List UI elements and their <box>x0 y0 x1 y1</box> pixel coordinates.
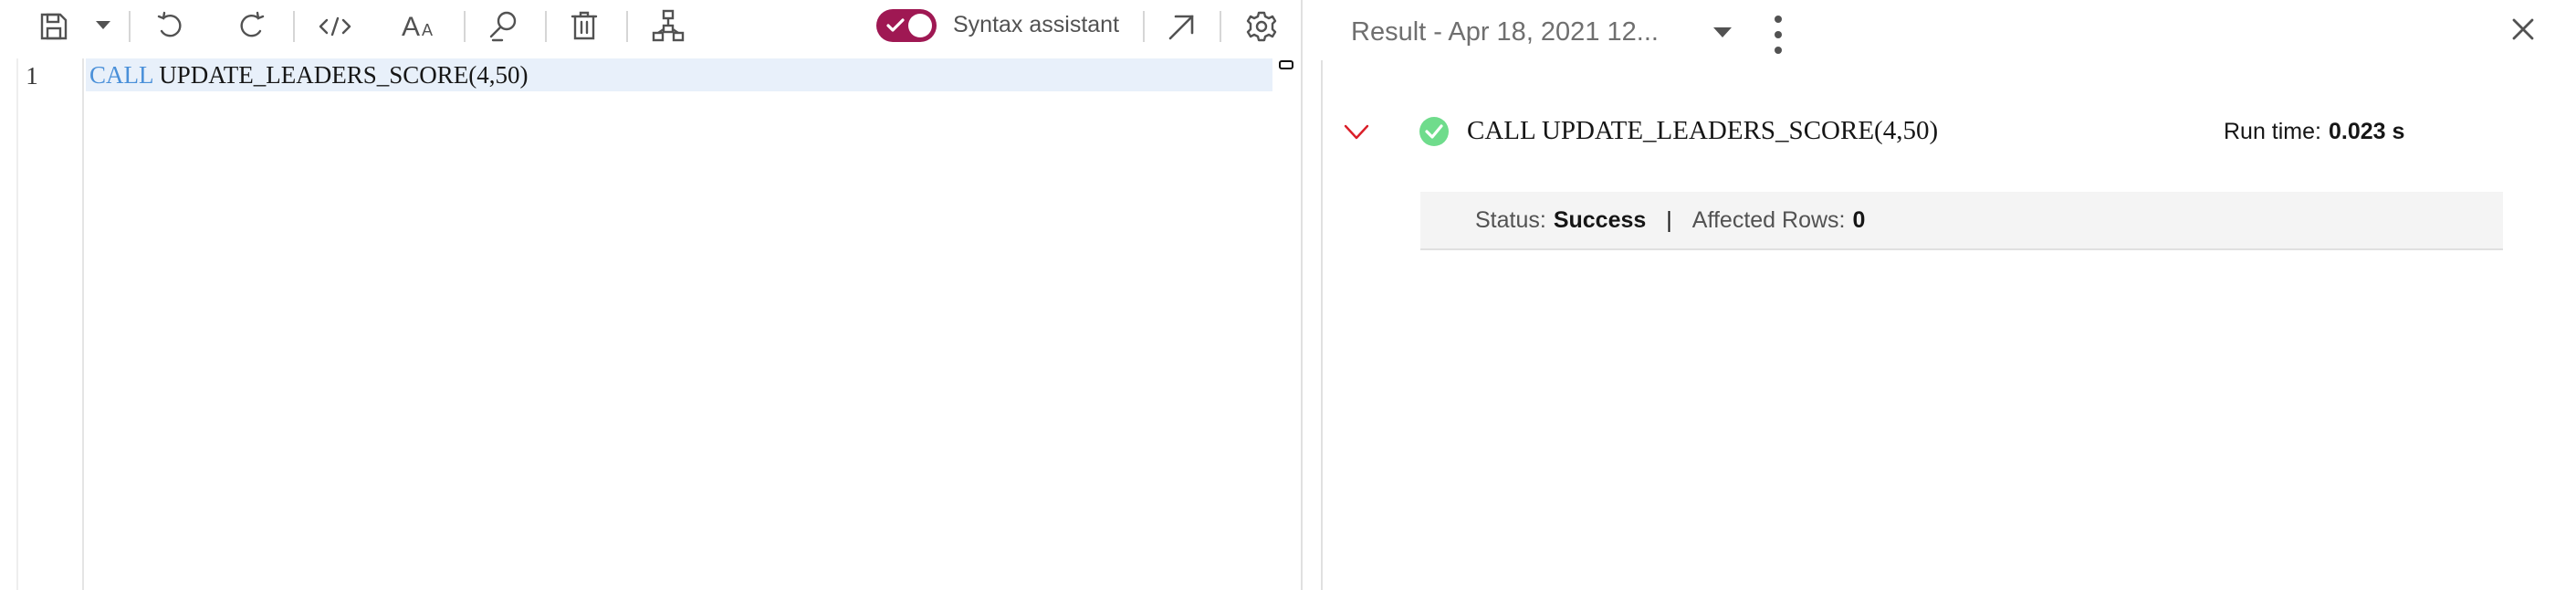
editor-left-border <box>16 58 18 590</box>
gutter-divider <box>82 58 84 590</box>
toolbar-separator <box>464 11 466 42</box>
svg-text:A: A <box>402 12 420 40</box>
launch-icon[interactable] <box>1167 13 1196 42</box>
font-size-icon[interactable]: AA <box>402 9 438 40</box>
syntax-assistant-label: Syntax assistant <box>953 12 1120 37</box>
sql-keyword: CALL <box>89 61 153 89</box>
status-label: Status: <box>1475 207 1546 233</box>
status-value: Success <box>1553 207 1647 233</box>
close-icon[interactable] <box>2511 17 2535 41</box>
run-time-label: Run time: <box>2224 119 2321 144</box>
flow-icon[interactable] <box>652 9 685 42</box>
status-bar: Status: Success | Affected Rows: 0 <box>1420 192 2503 250</box>
result-left-border <box>1321 60 1323 590</box>
toolbar-separator <box>545 11 547 42</box>
sql-code-text: UPDATE_LEADERS_SCORE(4,50) <box>159 61 529 89</box>
undo-icon[interactable] <box>155 11 186 42</box>
overflow-menu-icon[interactable] <box>1769 15 1787 55</box>
affected-rows-label: Affected Rows: <box>1691 207 1846 233</box>
toolbar-separator <box>293 11 295 42</box>
checkmark-icon <box>886 17 905 38</box>
toolbar-separator <box>1143 11 1145 42</box>
toolbar-separator <box>129 11 131 42</box>
result-statement: CALL UPDATE_LEADERS_SCORE(4,50) <box>1467 116 1939 145</box>
success-icon <box>1419 116 1450 147</box>
toggle-knob <box>908 14 932 37</box>
code-icon[interactable] <box>317 11 353 42</box>
redo-icon[interactable] <box>236 11 267 42</box>
affected-rows-value: 0 <box>1852 207 1866 233</box>
save-icon[interactable] <box>38 11 69 42</box>
panel-divider[interactable] <box>1301 0 1303 590</box>
caret-down-icon[interactable] <box>95 20 111 31</box>
toolbar-separator <box>1220 11 1221 42</box>
status-row: Status: Success | Affected Rows: 0 <box>1475 207 1865 234</box>
gear-icon[interactable] <box>1245 10 1278 43</box>
scrollbar-marker[interactable] <box>1279 60 1293 69</box>
status-separator: | <box>1666 207 1672 233</box>
search-icon[interactable] <box>487 9 520 42</box>
run-time-value: 0.023 s <box>2328 119 2405 144</box>
result-title[interactable]: Result - Apr 18, 2021 12... <box>1351 17 1659 47</box>
code-line[interactable]: CALL UPDATE_LEADERS_SCORE(4,50) <box>89 61 529 90</box>
svg-text:A: A <box>422 21 433 39</box>
toolbar-separator <box>626 11 628 42</box>
syntax-assistant-toggle[interactable] <box>876 9 937 42</box>
run-time: Run time: 0.023 s <box>2224 119 2404 145</box>
trash-icon[interactable] <box>570 10 599 41</box>
line-number: 1 <box>26 62 38 90</box>
chevron-down-icon[interactable] <box>1344 124 1369 141</box>
caret-down-icon[interactable] <box>1712 26 1733 39</box>
